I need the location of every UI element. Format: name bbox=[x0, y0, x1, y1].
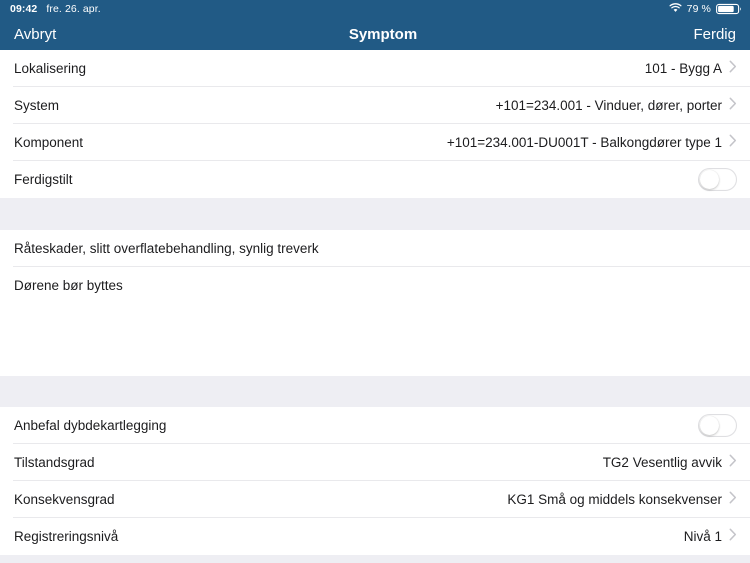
wifi-icon bbox=[669, 2, 682, 16]
row-label-system: System bbox=[14, 98, 60, 113]
status-date: fre. 26. apr. bbox=[46, 3, 101, 15]
chevron-right-icon bbox=[729, 528, 737, 546]
chevron-right-icon bbox=[729, 134, 737, 152]
toggle-ferdigstilt[interactable] bbox=[698, 168, 737, 191]
status-bar-left: 09:42 fre. 26. apr. bbox=[10, 3, 101, 15]
row-tilstandsgrad[interactable]: Tilstandsgrad TG2 Vesentlig avvik bbox=[0, 444, 750, 481]
row-value-komponent: +101=234.001-DU001T - Balkongdører type … bbox=[446, 135, 722, 150]
section-gap-upper bbox=[0, 198, 750, 230]
toggle-knob bbox=[700, 416, 719, 435]
toggle-anbefal-dybdekartlegging[interactable] bbox=[698, 414, 737, 437]
navigation-bar: Avbryt Symptom Ferdig bbox=[0, 18, 750, 50]
section-gap-lower bbox=[0, 376, 750, 407]
row-label-tilstandsgrad: Tilstandsgrad bbox=[14, 455, 95, 470]
status-time: 09:42 bbox=[10, 3, 38, 15]
done-button[interactable]: Ferdig bbox=[693, 26, 736, 43]
chevron-right-icon bbox=[729, 60, 737, 78]
row-value-konsekvensgrad: KG1 Små og middels konsekvenser bbox=[507, 492, 722, 507]
battery-icon bbox=[716, 3, 742, 15]
page-title: Symptom bbox=[348, 25, 418, 43]
row-label-lokalisering: Lokalisering bbox=[14, 61, 87, 76]
row-anbefal-dybdekartlegging: Anbefal dybdekartlegging bbox=[0, 407, 750, 444]
section-identification: Lokalisering 101 - Bygg A System +101=23… bbox=[0, 50, 750, 198]
row-label-konsekvensgrad: Konsekvensgrad bbox=[14, 492, 115, 507]
section-assessment: Anbefal dybdekartlegging Tilstandsgrad T… bbox=[0, 407, 750, 555]
row-accessory-lokalisering: 101 - Bygg A bbox=[645, 60, 737, 78]
status-bar: 09:42 fre. 26. apr. 79 % bbox=[0, 0, 750, 18]
row-system[interactable]: System +101=234.001 - Vinduer, dører, po… bbox=[0, 87, 750, 124]
symptom-description-text: Råteskader, slitt overflatebehandling, s… bbox=[14, 241, 319, 256]
row-label-ferdigstilt: Ferdigstilt bbox=[14, 172, 73, 187]
row-value-system: +101=234.001 - Vinduer, dører, porter bbox=[495, 98, 722, 113]
battery-percent-label: 79 % bbox=[686, 3, 711, 15]
row-accessory-registreringsniva: Nivå 1 bbox=[684, 528, 737, 546]
row-accessory-anbefal-dybdekartlegging bbox=[698, 414, 737, 437]
row-symptom-recommendation[interactable]: Dørene bør byttes bbox=[0, 267, 750, 376]
chevron-right-icon bbox=[729, 454, 737, 472]
row-komponent[interactable]: Komponent +101=234.001-DU001T - Balkongd… bbox=[0, 124, 750, 161]
row-value-tilstandsgrad: TG2 Vesentlig avvik bbox=[602, 455, 722, 470]
row-value-registreringsniva: Nivå 1 bbox=[683, 529, 722, 544]
row-registreringsniva[interactable]: Registreringsnivå Nivå 1 bbox=[0, 518, 750, 555]
row-label-anbefal-dybdekartlegging: Anbefal dybdekartlegging bbox=[14, 418, 167, 433]
row-accessory-komponent: +101=234.001-DU001T - Balkongdører type … bbox=[447, 134, 737, 152]
toggle-knob bbox=[700, 170, 719, 189]
row-symptom-description[interactable]: Råteskader, slitt overflatebehandling, s… bbox=[0, 230, 750, 267]
row-accessory-tilstandsgrad: TG2 Vesentlig avvik bbox=[603, 454, 737, 472]
row-accessory-system: +101=234.001 - Vinduer, dører, porter bbox=[496, 97, 737, 115]
row-konsekvensgrad[interactable]: Konsekvensgrad KG1 Små og middels konsek… bbox=[0, 481, 750, 518]
row-label-registreringsniva: Registreringsnivå bbox=[14, 529, 119, 544]
row-lokalisering[interactable]: Lokalisering 101 - Bygg A bbox=[0, 50, 750, 87]
status-bar-right: 79 % bbox=[669, 2, 742, 16]
symptom-recommendation-text: Dørene bør byttes bbox=[14, 278, 123, 293]
app-screen: 09:42 fre. 26. apr. 79 % Avbryt Symptom … bbox=[0, 0, 750, 563]
row-label-komponent: Komponent bbox=[14, 135, 84, 150]
row-accessory-konsekvensgrad: KG1 Små og middels konsekvenser bbox=[507, 491, 737, 509]
row-ferdigstilt: Ferdigstilt bbox=[0, 161, 750, 198]
row-accessory-ferdigstilt bbox=[698, 168, 737, 191]
chevron-right-icon bbox=[729, 97, 737, 115]
row-value-lokalisering: 101 - Bygg A bbox=[644, 61, 722, 76]
section-notes: Råteskader, slitt overflatebehandling, s… bbox=[0, 230, 750, 376]
chevron-right-icon bbox=[729, 491, 737, 509]
